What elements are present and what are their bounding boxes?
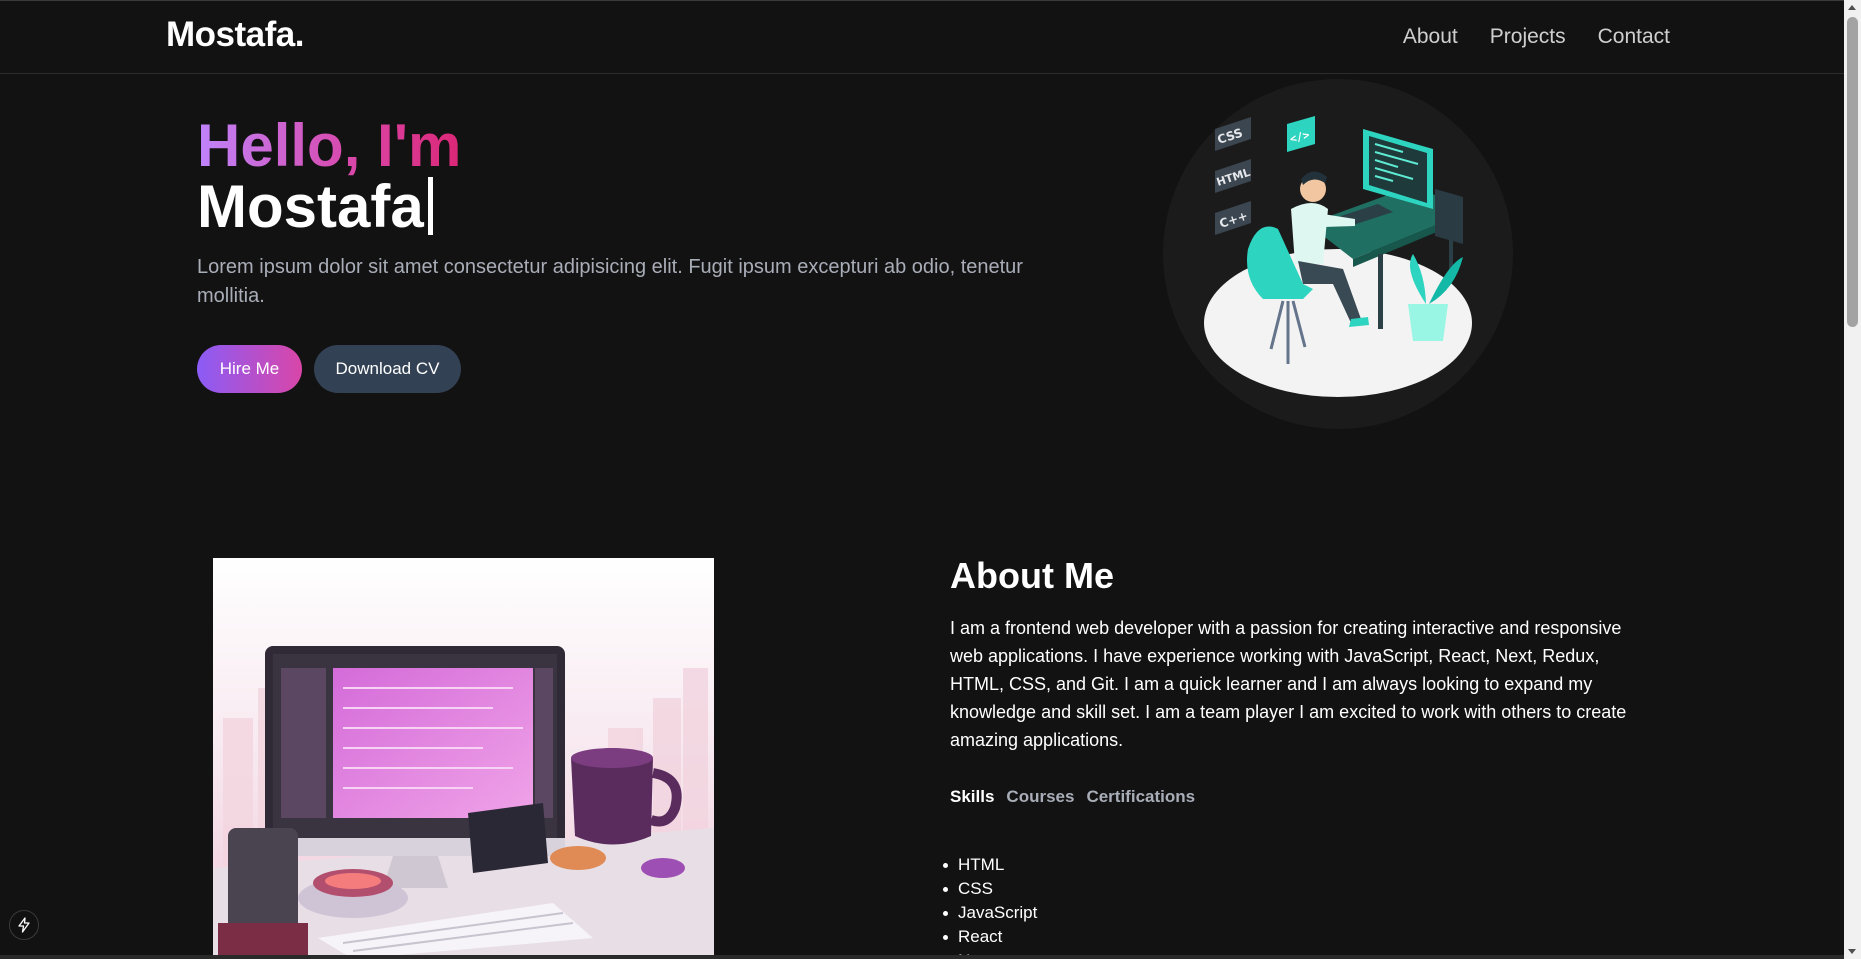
download-cv-button[interactable]: Download CV [314, 345, 461, 393]
hero-description: Lorem ipsum dolor sit amet consectetur a… [197, 256, 1023, 307]
nav-link-about[interactable]: About [1403, 25, 1458, 49]
hero-name: Mostafa [197, 173, 424, 240]
typing-cursor [427, 177, 433, 235]
nav-link-projects[interactable]: Projects [1490, 25, 1566, 49]
about-tabs: Skills Courses Certifications [950, 787, 1195, 807]
about-description: I am a frontend web developer with a pas… [950, 618, 1627, 750]
skills-list: HTML CSS JavaScript React Next [942, 853, 1037, 959]
nav-links: About Projects Contact [1403, 25, 1670, 49]
scroll-thumb[interactable] [1847, 17, 1858, 327]
scroll-up-icon[interactable] [1848, 5, 1856, 10]
hire-me-button[interactable]: Hire Me [197, 345, 302, 393]
hero-name-line: Mostafa [197, 172, 433, 242]
navbar: Mostafa. About Projects Contact [0, 0, 1844, 74]
scroll-down-icon[interactable] [1848, 949, 1856, 954]
vertical-scrollbar[interactable] [1844, 0, 1861, 959]
nav-link-contact[interactable]: Contact [1598, 25, 1670, 49]
about-title: About Me [950, 555, 1114, 596]
lightning-bolt-icon[interactable] [9, 910, 39, 940]
tab-courses[interactable]: Courses [1006, 787, 1074, 807]
hero-greeting: Hello, I'm [197, 112, 462, 179]
tab-certifications[interactable]: Certifications [1086, 787, 1195, 807]
page-bottom-divider [0, 955, 1844, 959]
list-item: CSS [942, 877, 1037, 901]
tab-skills[interactable]: Skills [950, 787, 994, 807]
list-item: React [942, 925, 1037, 949]
workspace-image [213, 558, 714, 959]
list-item: HTML [942, 853, 1037, 877]
list-item: JavaScript [942, 901, 1037, 925]
site-logo[interactable]: Mostafa. [166, 15, 304, 55]
developer-illustration: CSS HTML C++ </> [1163, 79, 1513, 429]
